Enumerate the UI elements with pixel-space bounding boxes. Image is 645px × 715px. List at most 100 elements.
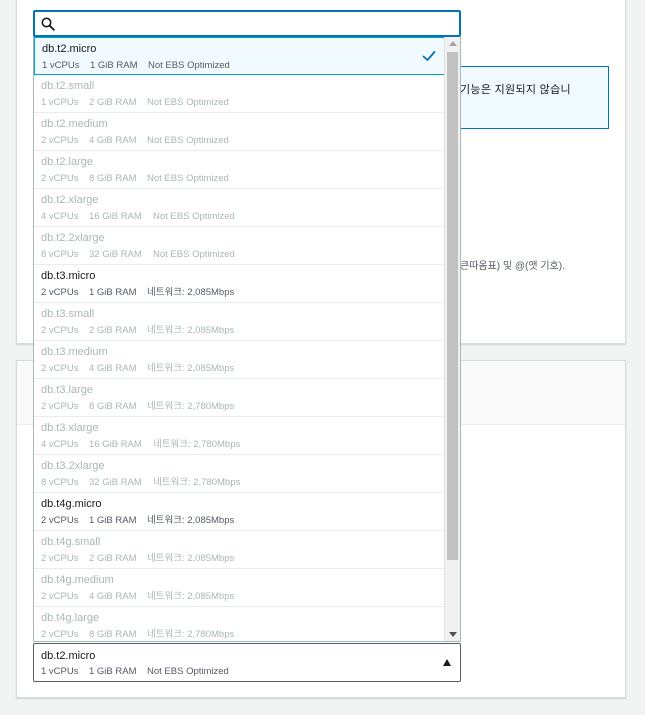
instance-option-specs: 8 vCPUs 32 GiB RAM Not EBS Optimized: [41, 248, 445, 261]
instance-option-extra: 네트워크: 2,085Mbps: [147, 287, 235, 298]
instance-option: db.t2.medium 2 vCPUs 4 GiB RAM Not EBS Opti…: [34, 113, 445, 151]
selected-instance-name: db.t2.micro: [41, 650, 96, 662]
instance-option-specs: 4 vCPUs 16 GiB RAM 네트워크: 2,780Mbps: [41, 438, 445, 451]
instance-option[interactable]: db.t4g.micro 2 vCPUs 1 GiB RAM 네트워크: 2,085M…: [34, 493, 445, 531]
instance-option: db.t2.xlarge 4 vCPUs 16 GiB RAM Not EBS Opt…: [34, 189, 445, 227]
instance-option-ram: 1 GiB RAM: [90, 60, 138, 71]
instance-option: db.t2.2xlarge 8 vCPUs 32 GiB RAM Not EBS Op…: [34, 227, 445, 265]
instance-option: db.t3.medium 2 vCPUs 4 GiB RAM 네트워크: 2,085M…: [34, 341, 445, 379]
instance-option-extra: 네트워크: 2,085Mbps: [147, 591, 235, 602]
instance-option-specs: 2 vCPUs 1 GiB RAM 네트워크: 2,085Mbps: [41, 514, 445, 527]
instance-option-extra: 네트워크: 2,085Mbps: [147, 325, 235, 336]
instance-option-name: db.t2.medium: [41, 118, 108, 130]
password-constraint-hint: 큰따옴표) 및 @(앳 기호).: [460, 261, 565, 272]
instance-option-name: db.t3.large: [41, 384, 93, 396]
instance-option-vcpu: 2 vCPUs: [41, 515, 79, 526]
search-icon: [41, 17, 55, 31]
instance-option-vcpu: 2 vCPUs: [41, 287, 79, 298]
instance-option-name: db.t3.medium: [41, 346, 108, 358]
instance-option[interactable]: db.t2.micro 1 vCPUs 1 GiB RAM Not EBS Optim…: [34, 37, 445, 75]
instance-option: db.t4g.medium 2 vCPUs 4 GiB RAM 네트워크: 2,085…: [34, 569, 445, 607]
instance-option: db.t3.2xlarge 8 vCPUs 32 GiB RAM 네트워크: 2,78…: [34, 455, 445, 493]
instance-option-name: db.t2.small: [41, 80, 95, 92]
check-icon: [422, 51, 436, 61]
instance-option-extra: 네트워크: 2,085Mbps: [147, 553, 235, 564]
instance-option-ram: 1 GiB RAM: [89, 515, 137, 526]
instance-option: db.t3.large 2 vCPUs 8 GiB RAM 네트워크: 2,780Mb…: [34, 379, 445, 417]
selected-ram: 1 GiB RAM: [89, 666, 137, 677]
selected-instance-specs: 1 vCPUs 1 GiB RAM Not EBS Optimized: [41, 665, 460, 678]
instance-option-vcpu: 2 vCPUs: [41, 135, 79, 146]
instance-option: db.t4g.small 2 vCPUs 2 GiB RAM 네트워크: 2,085M…: [34, 531, 445, 569]
scroll-down-arrow-icon[interactable]: [449, 632, 457, 637]
instance-option[interactable]: db.t3.micro 2 vCPUs 1 GiB RAM 네트워크: 2,085Mb…: [34, 265, 445, 303]
instance-option-specs: 1 vCPUs 1 GiB RAM Not EBS Optimized: [42, 59, 444, 72]
instance-option-specs: 8 vCPUs 32 GiB RAM 네트워크: 2,780Mbps: [41, 476, 445, 489]
instance-option-name: db.t3.xlarge: [41, 422, 99, 434]
instance-class-dropdown: db.t2.micro 1 vCPUs 1 GiB RAM Not EBS Optim…: [33, 37, 461, 642]
instance-option-specs: 2 vCPUs 8 GiB RAM Not EBS Optimized: [41, 172, 445, 185]
instance-option: db.t3.small 2 vCPUs 2 GiB RAM 네트워크: 2,085Mb…: [34, 303, 445, 341]
instance-option-name: db.t4g.small: [41, 536, 101, 548]
instance-option-ram: 1 GiB RAM: [89, 287, 137, 298]
instance-option-specs: 2 vCPUs 2 GiB RAM 네트워크: 2,085Mbps: [41, 324, 445, 337]
instance-option-extra: 네트워크: 2,780Mbps: [153, 439, 241, 450]
instance-option-extra: 네트워크: 2,780Mbps: [147, 629, 235, 640]
instance-option-specs: 2 vCPUs 4 GiB RAM 네트워크: 2,085Mbps: [41, 362, 445, 375]
caret-up-icon: [443, 659, 451, 666]
instance-option-name: db.t4g.large: [41, 612, 100, 624]
selected-vcpu: 1 vCPUs: [41, 666, 79, 677]
instance-option-specs: 2 vCPUs 8 GiB RAM 네트워크: 2,780Mbps: [41, 400, 445, 413]
instance-option-ram: 16 GiB RAM: [89, 211, 142, 222]
instance-option-ram: 8 GiB RAM: [89, 629, 137, 640]
scroll-thumb[interactable]: [447, 52, 458, 560]
instance-option-ram: 4 GiB RAM: [89, 591, 137, 602]
info-alert-box: [440, 66, 609, 129]
instance-option-name: db.t3.micro: [41, 270, 96, 282]
instance-option-extra: Not EBS Optimized: [153, 249, 235, 260]
instance-option-vcpu: 1 vCPUs: [41, 97, 79, 108]
instance-option-specs: 2 vCPUs 2 GiB RAM 네트워크: 2,085Mbps: [41, 552, 445, 565]
scroll-up-arrow-icon[interactable]: [449, 41, 457, 46]
instance-option-extra: 네트워크: 2,780Mbps: [147, 401, 235, 412]
instance-option-name: db.t3.small: [41, 308, 95, 320]
instance-option-vcpu: 8 vCPUs: [41, 477, 79, 488]
instance-option-specs: 2 vCPUs 4 GiB RAM Not EBS Optimized: [41, 134, 445, 147]
instance-option-ram: 8 GiB RAM: [89, 173, 137, 184]
instance-option-vcpu: 8 vCPUs: [41, 249, 79, 260]
instance-option-extra: Not EBS Optimized: [148, 60, 230, 71]
instance-option-extra: 네트워크: 2,780Mbps: [153, 477, 241, 488]
instance-option-extra: Not EBS Optimized: [153, 211, 235, 222]
instance-option-ram: 2 GiB RAM: [89, 325, 137, 336]
instance-option-extra: Not EBS Optimized: [147, 135, 229, 146]
instance-option-name: db.t2.large: [41, 156, 93, 168]
selected-extra: Not EBS Optimized: [147, 666, 229, 677]
instance-option-extra: Not EBS Optimized: [147, 97, 229, 108]
info-alert-text: 기능은 지원되지 않습니: [460, 84, 571, 96]
instance-option-vcpu: 1 vCPUs: [42, 60, 80, 71]
instance-option-name: db.t4g.micro: [41, 498, 102, 510]
dropdown-scrollbar[interactable]: [444, 37, 460, 641]
instance-option-name: db.t3.2xlarge: [41, 460, 105, 472]
instance-option-ram: 4 GiB RAM: [89, 135, 137, 146]
option-list: db.t2.micro 1 vCPUs 1 GiB RAM Not EBS Optim…: [34, 37, 445, 641]
instance-option-extra: 네트워크: 2,085Mbps: [147, 363, 235, 374]
instance-option-name: db.t2.2xlarge: [41, 232, 105, 244]
instance-option-ram: 32 GiB RAM: [89, 249, 142, 260]
instance-class-search[interactable]: [33, 10, 461, 37]
instance-option-extra: Not EBS Optimized: [147, 173, 229, 184]
instance-option-vcpu: 2 vCPUs: [41, 363, 79, 374]
instance-option-specs: 2 vCPUs 8 GiB RAM 네트워크: 2,780Mbps: [41, 628, 445, 641]
instance-option-specs: 4 vCPUs 16 GiB RAM Not EBS Optimized: [41, 210, 445, 223]
instance-option-vcpu: 2 vCPUs: [41, 591, 79, 602]
instance-option-ram: 4 GiB RAM: [89, 363, 137, 374]
search-input[interactable]: [61, 14, 451, 33]
instance-class-select[interactable]: db.t2.micro 1 vCPUs 1 GiB RAM Not EBS Opti…: [33, 643, 461, 682]
instance-option: db.t3.xlarge 4 vCPUs 16 GiB RAM 네트워크: 2,780…: [34, 417, 445, 455]
instance-option-vcpu: 2 vCPUs: [41, 325, 79, 336]
instance-option-vcpu: 2 vCPUs: [41, 401, 79, 412]
instance-option-extra: 네트워크: 2,085Mbps: [147, 515, 235, 526]
instance-option: db.t2.small 1 vCPUs 2 GiB RAM Not EBS Optim…: [34, 75, 445, 113]
instance-option-vcpu: 4 vCPUs: [41, 439, 79, 450]
instance-option-specs: 1 vCPUs 2 GiB RAM Not EBS Optimized: [41, 96, 445, 109]
